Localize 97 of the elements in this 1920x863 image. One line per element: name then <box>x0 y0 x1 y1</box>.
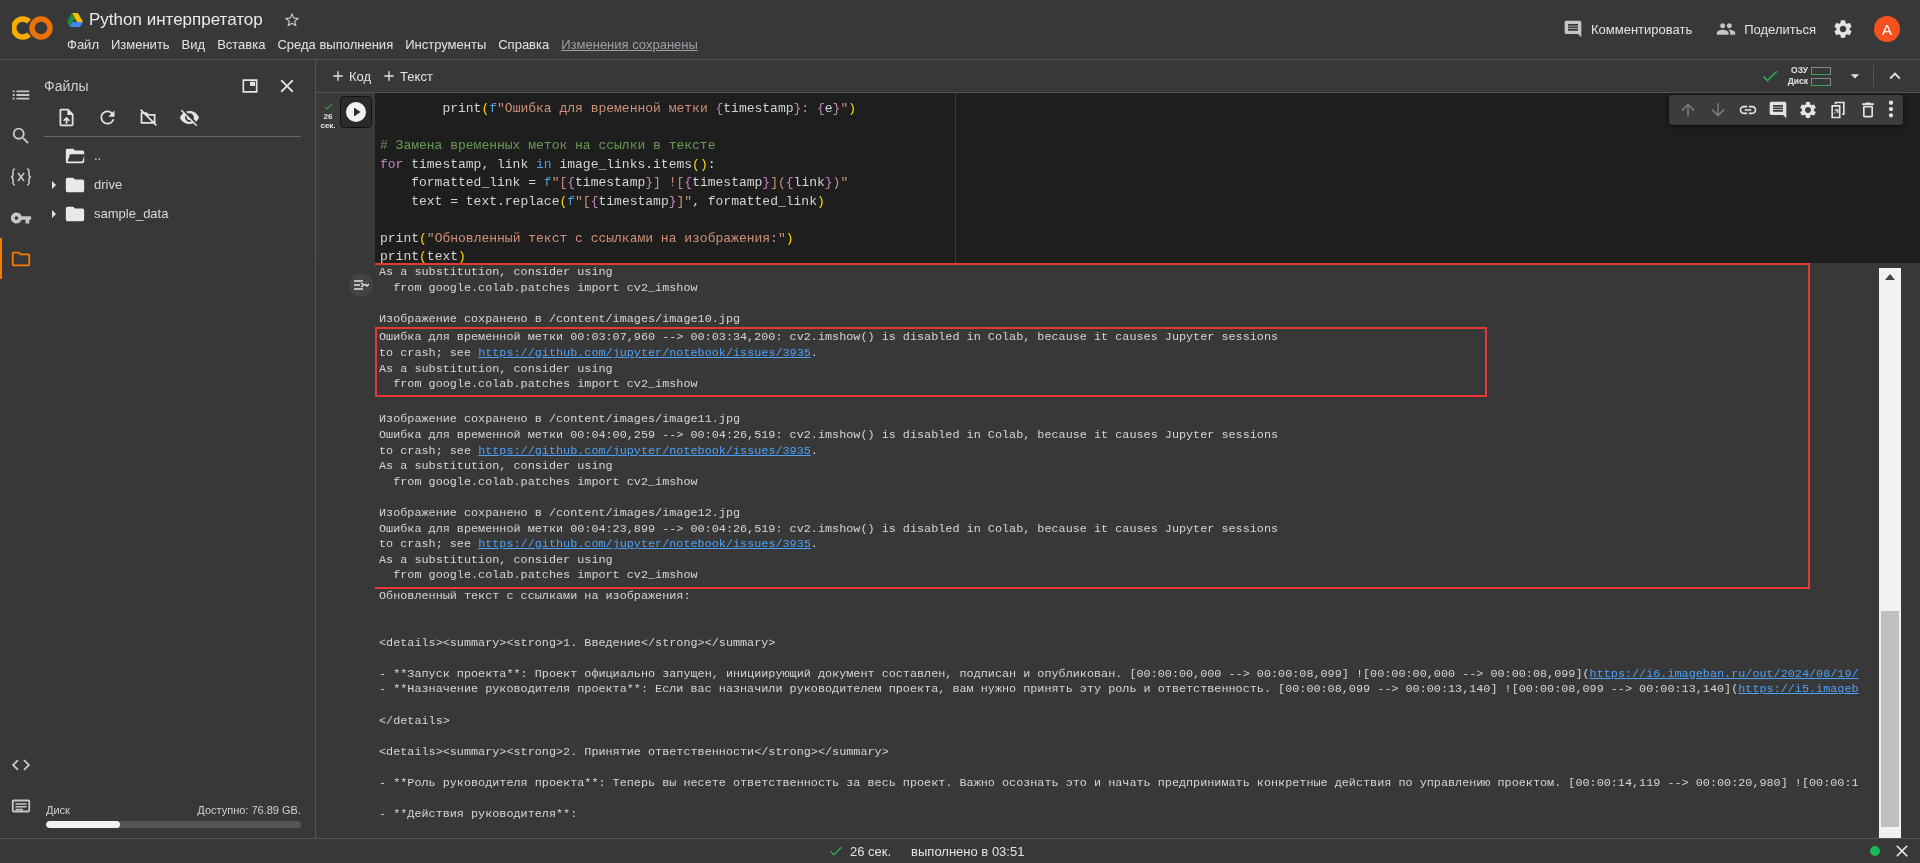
menu-item[interactable]: Изменить <box>105 35 175 54</box>
output-line: from google.colab.patches import cv2_imshow <box>392 377 699 393</box>
output-line: - **Действия руководителя**: <box>379 807 579 823</box>
file-tree-item[interactable]: .. <box>44 141 301 170</box>
code-line: text = text.replace(f"[{timestamp}]", formatted_link) <box>410 192 825 211</box>
comment-icon <box>1563 19 1583 39</box>
code-line: formatted_link = f"[{timestamp}] ![{timestamp}]({link})" <box>410 174 849 192</box>
output-text: - **Запуск проекта**: Проект официально запущен, инициирующий документ составлен, подписан и опубликован. [00:00:00,000 --> 00:00:08,099] ![00:00:00,000 --> 00:00:08,099]( <box>379 666 1590 681</box>
scrollbar-thumb[interactable] <box>1881 611 1899 827</box>
output-line: As a substitution, consider using <box>379 361 614 378</box>
window-icon <box>240 76 260 96</box>
output-link[interactable]: https://i6.imageban.ru/out/2024/08/19/ <box>1589 666 1859 681</box>
hide-files-button[interactable] <box>179 107 200 128</box>
add-cell-button[interactable]: Текст <box>379 66 439 86</box>
disk-label: Диск <box>1787 76 1808 87</box>
file-tree-item[interactable]: sample_data <box>44 199 301 228</box>
execution-duration: 26 сек. <box>850 843 892 859</box>
disk-meter-icon <box>1811 77 1831 86</box>
output-line: <details><summary><strong>1. Введение</strong></summary> <box>379 635 777 652</box>
code-line: for timestamp, link in image_links.items(): <box>380 155 716 174</box>
output-line: Обновленный текст с ссылками на изображения: <box>379 588 692 605</box>
output-line: from google.colab.patches import cv2_imshow <box>392 280 699 297</box>
menu-item[interactable]: Вставка <box>212 35 271 54</box>
output-line: from google.colab.patches import cv2_imshow <box>392 474 699 491</box>
output-link[interactable]: https://github.com/jupyter/notebook/issues/3935 <box>478 537 811 552</box>
code-line: print(f"Ошибка для временной метки {timestamp}: {e}") <box>441 100 856 118</box>
notebook-title[interactable]: Python интерпретатор <box>89 10 263 30</box>
output-text: to crash; see <box>379 443 473 458</box>
output-line: Ошибка для временной метки 00:04:23,899 --> 00:04:26,519: cv2.imshow() is disabled in Colab, because it causes Jupyter sessions <box>379 521 1280 538</box>
menu-item[interactable]: Файл <box>62 35 104 54</box>
output-text: . <box>810 443 818 458</box>
code-line: print("Обновленный текст с ссылками на изображения:") <box>380 229 794 248</box>
unmount-drive-button[interactable] <box>138 107 159 128</box>
output-line: Ошибка для временной метки 00:03:07,960 --> 00:03:34,200: cv2.imshow() is disabled in Colab, because it causes Jupyter sessions <box>379 330 1280 346</box>
output-text: - **Назначение руководителя проекта**: Если вас назначили руководителем проекта, вам нужно принять эту роль и ответственность. [00:00:08,099 --> 00:00:13,140] ![00:00:08,099 --> 00:00:13,140]( <box>379 682 1739 697</box>
code-line: print(text) <box>380 248 466 266</box>
output-line: As a substitution, consider using <box>379 265 614 281</box>
more-icon <box>1888 100 1894 118</box>
file-name: .. <box>94 148 102 163</box>
output-line: Ошибка для временной метки 00:04:00,259 --> 00:04:26,519: cv2.imshow() is disabled in Colab, because it causes Jupyter sessions <box>379 427 1280 444</box>
menu-item[interactable]: Инструменты <box>400 35 492 54</box>
menu-item[interactable]: Справка <box>493 35 555 54</box>
drive-icon <box>67 13 83 27</box>
logo-icon[interactable] <box>12 14 54 42</box>
comment-icon <box>1768 100 1788 120</box>
output-line: </details> <box>379 713 451 730</box>
disk-available: Доступно: 76.89 GB. <box>197 804 301 816</box>
output-line: Изображение сохранено в /content/images/image12.jpg <box>379 505 742 522</box>
upload-button[interactable] <box>56 107 77 128</box>
code-line: # Замена временных меток на ссылки в тексте <box>380 137 716 155</box>
star-icon[interactable] <box>282 11 301 29</box>
comment-button[interactable]: Комментировать <box>1555 15 1701 43</box>
output-line: - **Роль руководителя проекта**: Теперь вы несете ответственность за весь проект. Важно осознать это и начать предпринимать конкретные действия по управлению проектом. [00:00:14,119 --> 00:00:20,980] ![00:00:1 <box>379 776 1860 792</box>
eye-off-icon <box>179 107 200 128</box>
add-cell-button[interactable]: Код <box>328 66 378 86</box>
output-link[interactable]: https://github.com/jupyter/notebook/issues/3935 <box>478 345 811 360</box>
output-line: <details><summary><strong>2. Принятие ответственности</strong></summary> <box>379 744 890 761</box>
output-line: Изображение сохранено в /content/images/image11.jpg <box>379 412 742 428</box>
file-tree-item[interactable]: drive <box>44 170 301 199</box>
copy-icon <box>1828 100 1848 120</box>
panel-title: Файлы <box>44 78 89 94</box>
output-menu-button[interactable] <box>349 273 373 297</box>
execution-status: выполнено в 03:51 <box>911 843 1025 859</box>
scrollbar[interactable] <box>1879 268 1901 838</box>
save-status-link[interactable]: Изменения сохранены <box>556 35 703 54</box>
file-upload-icon <box>56 107 77 128</box>
menu-item[interactable]: Вид <box>176 35 211 54</box>
ram-label: ОЗУ <box>1791 65 1808 76</box>
output-text: . <box>810 345 818 360</box>
output-link[interactable]: https://i5.imageb <box>1738 682 1859 697</box>
check-icon <box>322 101 334 112</box>
ram-meter-icon <box>1811 66 1831 75</box>
output-actions-icon <box>353 278 369 292</box>
output-text: to crash; see <box>379 345 473 360</box>
variables-icon <box>10 166 32 187</box>
menu-item[interactable]: Среда выполнения <box>272 35 399 54</box>
share-button[interactable]: Поделиться <box>1708 15 1824 43</box>
settings-icon[interactable] <box>1832 18 1854 40</box>
file-name: sample_data <box>94 206 169 221</box>
output-line: As a substitution, consider using <box>379 459 614 475</box>
file-name: drive <box>94 177 123 192</box>
plus-icon <box>330 68 346 84</box>
scroll-up-icon[interactable] <box>1885 274 1895 280</box>
run-cell-button[interactable] <box>340 96 372 128</box>
connection-status-icon <box>1870 846 1880 856</box>
output-link[interactable]: https://github.com/jupyter/notebook/issues/3935 <box>478 443 811 458</box>
play-icon <box>345 101 367 123</box>
settings-icon <box>1798 100 1818 120</box>
output-line: Изображение сохранено в /content/images/image10.jpg <box>379 311 742 328</box>
output-line: from google.colab.patches import cv2_imshow <box>392 568 699 584</box>
output-text: to crash; see <box>379 537 473 552</box>
disk-label: Диск <box>46 804 70 816</box>
code-editor[interactable] <box>375 93 1920 263</box>
folder-off-icon <box>138 107 159 128</box>
output-text: . <box>810 537 818 552</box>
run-time: 26 сек. <box>319 112 337 130</box>
output-line: As a substitution, consider using <box>379 552 614 569</box>
